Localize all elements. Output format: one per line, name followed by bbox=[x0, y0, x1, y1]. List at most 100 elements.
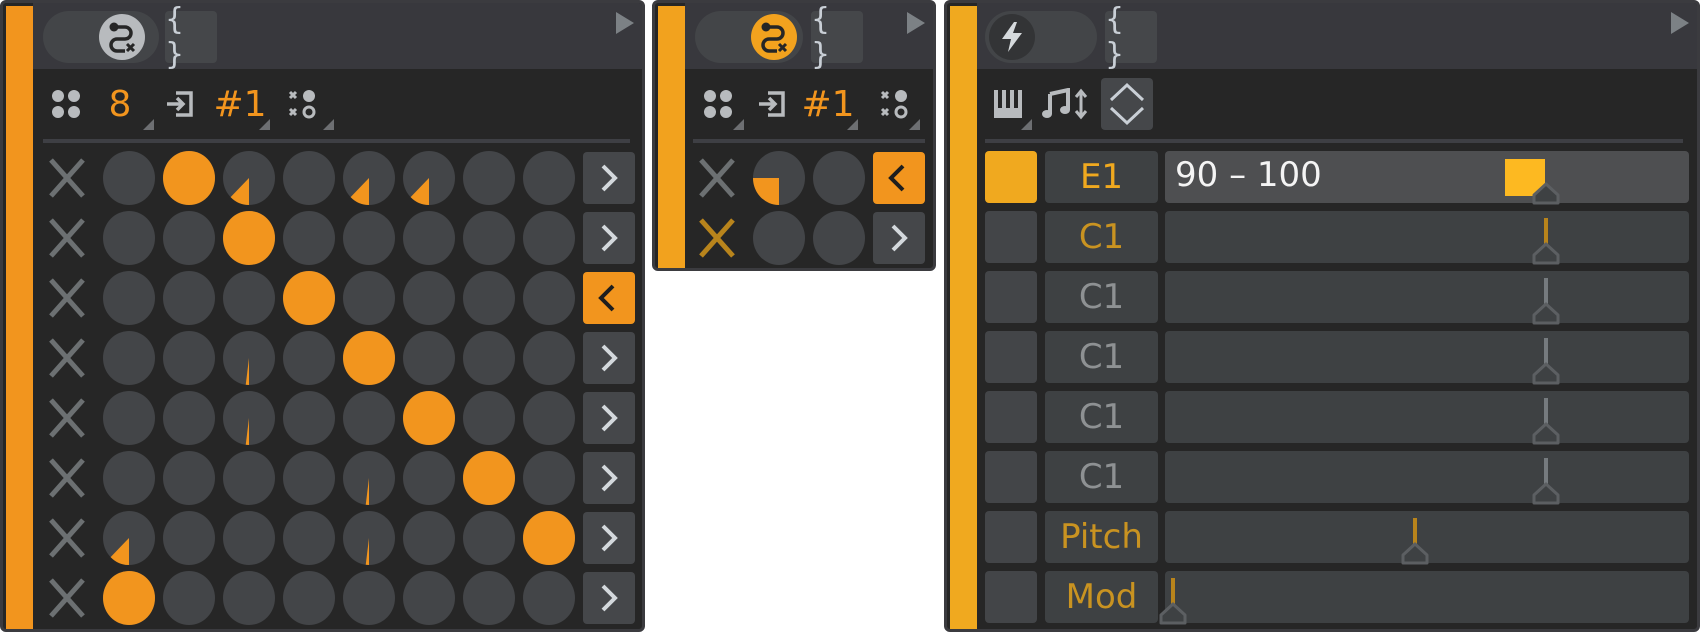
step-cell[interactable] bbox=[283, 331, 335, 385]
step-cell[interactable] bbox=[223, 571, 275, 625]
step-cell[interactable] bbox=[403, 151, 455, 205]
mute-x-icon[interactable] bbox=[695, 211, 739, 265]
randomize-dropdown-corner[interactable] bbox=[323, 119, 334, 130]
row-select-pad[interactable] bbox=[985, 271, 1037, 323]
step-cell[interactable] bbox=[463, 271, 515, 325]
step-cell[interactable] bbox=[463, 511, 515, 565]
step-cell[interactable] bbox=[283, 571, 335, 625]
slider-handle[interactable] bbox=[1526, 331, 1566, 387]
chevron-right-button[interactable] bbox=[583, 572, 635, 624]
step-cell[interactable] bbox=[403, 271, 455, 325]
step-cell[interactable] bbox=[103, 211, 155, 265]
randomize-dropdown-corner[interactable] bbox=[909, 119, 920, 130]
row-select-pad[interactable] bbox=[985, 151, 1037, 203]
randomize-dots-icon[interactable] bbox=[879, 79, 909, 129]
row-select-pad[interactable] bbox=[985, 511, 1037, 563]
chevron-left-button[interactable] bbox=[873, 152, 925, 204]
chevron-right-button[interactable] bbox=[583, 212, 635, 264]
braces-button[interactable]: { } bbox=[811, 3, 863, 72]
channel-dropdown-corner[interactable] bbox=[259, 119, 270, 130]
step-cell[interactable] bbox=[523, 331, 575, 385]
step-cell[interactable] bbox=[463, 211, 515, 265]
step-cell[interactable] bbox=[523, 271, 575, 325]
step-cell[interactable] bbox=[403, 391, 455, 445]
step-cell[interactable] bbox=[343, 211, 395, 265]
velocity-range-slider[interactable] bbox=[1165, 451, 1689, 505]
step-cell[interactable] bbox=[103, 451, 155, 505]
mute-x-icon[interactable] bbox=[45, 331, 89, 385]
step-cell[interactable] bbox=[163, 151, 215, 205]
step-cell[interactable] bbox=[403, 451, 455, 505]
steps-dropdown-corner[interactable] bbox=[143, 119, 154, 130]
step-cell[interactable] bbox=[403, 511, 455, 565]
step-cell[interactable] bbox=[103, 151, 155, 205]
note-label[interactable]: C1 bbox=[1045, 331, 1158, 383]
step-cell[interactable] bbox=[343, 271, 395, 325]
channel-number[interactable]: #1 bbox=[213, 79, 266, 129]
braces-button[interactable]: { } bbox=[1105, 3, 1157, 72]
step-cell[interactable] bbox=[343, 151, 395, 205]
step-cell[interactable] bbox=[283, 151, 335, 205]
step-cell[interactable] bbox=[343, 571, 395, 625]
grid-dots-icon[interactable] bbox=[51, 79, 81, 129]
step-cell[interactable] bbox=[523, 391, 575, 445]
step-cell[interactable] bbox=[163, 391, 215, 445]
expand-collapse-button[interactable] bbox=[1101, 78, 1153, 130]
mute-x-icon[interactable] bbox=[695, 151, 739, 205]
step-cell[interactable] bbox=[523, 511, 575, 565]
mapping-toggle[interactable] bbox=[43, 11, 159, 63]
step-cell[interactable] bbox=[343, 511, 395, 565]
step-cell[interactable] bbox=[753, 211, 805, 265]
step-cell[interactable] bbox=[163, 451, 215, 505]
input-icon[interactable] bbox=[755, 79, 789, 129]
step-cell[interactable] bbox=[403, 571, 455, 625]
slider-handle[interactable] bbox=[1526, 211, 1566, 267]
note-transpose-icon[interactable] bbox=[1041, 79, 1091, 129]
velocity-range-slider[interactable] bbox=[1165, 211, 1689, 265]
step-cell[interactable] bbox=[283, 391, 335, 445]
step-cell[interactable] bbox=[103, 271, 155, 325]
step-cell[interactable] bbox=[753, 151, 805, 205]
keys-dropdown-corner[interactable] bbox=[1021, 119, 1032, 130]
play-icon[interactable] bbox=[616, 12, 634, 34]
mapping-toggle[interactable] bbox=[695, 11, 803, 63]
row-select-pad[interactable] bbox=[985, 211, 1037, 263]
mute-x-icon[interactable] bbox=[45, 211, 89, 265]
note-label[interactable]: Pitch bbox=[1045, 511, 1158, 563]
note-label[interactable]: C1 bbox=[1045, 451, 1158, 503]
randomize-dots-icon[interactable] bbox=[287, 79, 317, 129]
chevron-right-button[interactable] bbox=[583, 152, 635, 204]
braces-button[interactable]: { } bbox=[165, 3, 217, 72]
step-cell[interactable] bbox=[523, 571, 575, 625]
slider-handle[interactable] bbox=[1526, 391, 1566, 447]
step-cell[interactable] bbox=[463, 331, 515, 385]
trigger-toggle[interactable] bbox=[985, 11, 1097, 63]
step-cell[interactable] bbox=[223, 271, 275, 325]
note-label[interactable]: C1 bbox=[1045, 211, 1158, 263]
step-cell[interactable] bbox=[103, 331, 155, 385]
note-label[interactable]: C1 bbox=[1045, 271, 1158, 323]
step-cell[interactable] bbox=[283, 451, 335, 505]
step-cell[interactable] bbox=[223, 451, 275, 505]
step-cell[interactable] bbox=[463, 151, 515, 205]
steps-dropdown-corner[interactable] bbox=[733, 119, 744, 130]
mute-x-icon[interactable] bbox=[45, 571, 89, 625]
row-select-pad[interactable] bbox=[985, 331, 1037, 383]
step-cell[interactable] bbox=[463, 571, 515, 625]
mute-x-icon[interactable] bbox=[45, 391, 89, 445]
step-cell[interactable] bbox=[223, 391, 275, 445]
slider-handle[interactable] bbox=[1504, 151, 1566, 207]
step-cell[interactable] bbox=[463, 451, 515, 505]
piano-keys-icon[interactable] bbox=[991, 79, 1025, 129]
channel-number[interactable]: #1 bbox=[801, 79, 854, 129]
step-cell[interactable] bbox=[813, 151, 865, 205]
note-label[interactable]: Mod bbox=[1045, 571, 1158, 623]
step-cell[interactable] bbox=[103, 391, 155, 445]
step-cell[interactable] bbox=[523, 151, 575, 205]
step-cell[interactable] bbox=[813, 211, 865, 265]
row-select-pad[interactable] bbox=[985, 571, 1037, 623]
mute-x-icon[interactable] bbox=[45, 451, 89, 505]
mute-x-icon[interactable] bbox=[45, 151, 89, 205]
slider-handle[interactable] bbox=[1526, 451, 1566, 507]
step-cell[interactable] bbox=[103, 571, 155, 625]
